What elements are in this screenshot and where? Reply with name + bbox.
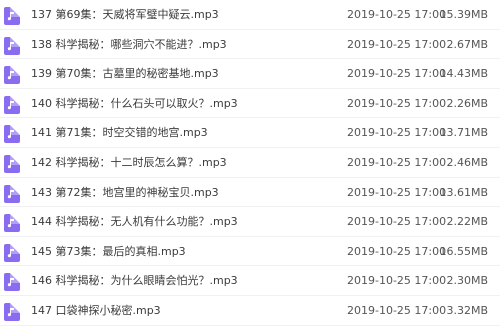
file-size: 16.55MB <box>439 244 488 258</box>
audio-file-icon <box>4 302 20 321</box>
file-date: 2019-10-25 17:00 <box>347 8 447 21</box>
file-row-140[interactable]: 140 科学揭秘：什么石头可以取火？.mp3 2019-10-25 17:00 … <box>0 89 500 119</box>
file-size: 3.32MB <box>446 303 488 317</box>
file-date: 2019-10-25 17:00 <box>347 155 447 169</box>
file-row-137[interactable]: 137 第69集：天威将军璧中疑云.mp3 2019-10-25 17:00 1… <box>0 0 500 30</box>
audio-file-icon <box>4 125 20 144</box>
file-row-143[interactable]: 143 第72集：地宫里的神秘宝贝.mp3 2019-10-25 17:00 1… <box>0 178 500 208</box>
file-name: 137 第69集：天威将军璧中疑云.mp3 <box>31 8 219 21</box>
file-date: 2019-10-25 17:00 <box>347 274 447 288</box>
file-date: 2019-10-25 17:00 <box>347 96 447 110</box>
file-row-139[interactable]: 139 第70集：古墓里的秘密基地.mp3 2019-10-25 17:00 1… <box>0 59 500 89</box>
audio-file-icon <box>4 154 20 173</box>
audio-file-icon <box>4 66 20 85</box>
file-size: 2.67MB <box>446 37 488 51</box>
file-name: 139 第70集：古墓里的秘密基地.mp3 <box>31 67 219 81</box>
file-name: 147 口袋神探小秘密.mp3 <box>31 303 161 317</box>
file-size: 13.71MB <box>439 126 488 140</box>
audio-file-icon <box>4 214 20 233</box>
file-row-138[interactable]: 138 科学揭秘：哪些洞穴不能进？.mp3 2019-10-25 17:00 2… <box>0 30 500 60</box>
file-size: 2.46MB <box>446 155 488 169</box>
file-date: 2019-10-25 17:00 <box>347 37 447 51</box>
file-date: 2019-10-25 17:00 <box>347 215 447 229</box>
file-row-145[interactable]: 145 第73集：最后的真相.mp3 2019-10-25 17:00 16.5… <box>0 237 500 267</box>
file-row-146[interactable]: 146 科学揭秘：为什么眼睛会怕光？.mp3 2019-10-25 17:00 … <box>0 266 500 296</box>
file-size: 2.22MB <box>446 215 488 229</box>
file-name: 144 科学揭秘：无人机有什么功能？.mp3 <box>31 215 238 229</box>
file-date: 2019-10-25 17:00 <box>347 67 447 81</box>
file-date: 2019-10-25 17:00 <box>347 244 447 258</box>
file-list: 137 第69集：天威将军璧中疑云.mp3 2019-10-25 17:00 1… <box>0 0 500 326</box>
audio-file-icon <box>4 243 20 262</box>
audio-file-icon <box>4 95 20 114</box>
file-name: 145 第73集：最后的真相.mp3 <box>31 244 186 258</box>
audio-file-icon <box>4 184 20 203</box>
file-name: 143 第72集：地宫里的神秘宝贝.mp3 <box>31 185 219 199</box>
file-date: 2019-10-25 17:00 <box>347 303 447 317</box>
file-size: 15.39MB <box>439 8 488 21</box>
file-name: 141 第71集：时空交错的地宫.mp3 <box>31 126 208 140</box>
file-name: 146 科学揭秘：为什么眼睛会怕光？.mp3 <box>31 274 238 288</box>
file-name: 142 科学揭秘：十二时辰怎么算？.mp3 <box>31 155 227 169</box>
file-size: 2.30MB <box>446 274 488 288</box>
file-name: 140 科学揭秘：什么石头可以取火？.mp3 <box>31 96 238 110</box>
file-row-147[interactable]: 147 口袋神探小秘密.mp3 2019-10-25 17:00 3.32MB <box>0 296 500 326</box>
audio-file-icon <box>4 273 20 292</box>
file-size: 2.26MB <box>446 96 488 110</box>
file-size: 13.61MB <box>439 185 488 199</box>
file-date: 2019-10-25 17:00 <box>347 185 447 199</box>
file-row-144[interactable]: 144 科学揭秘：无人机有什么功能？.mp3 2019-10-25 17:00 … <box>0 207 500 237</box>
audio-file-icon <box>4 7 20 25</box>
file-date: 2019-10-25 17:00 <box>347 126 447 140</box>
file-size: 14.43MB <box>439 67 488 81</box>
file-row-141[interactable]: 141 第71集：时空交错的地宫.mp3 2019-10-25 17:00 13… <box>0 118 500 148</box>
audio-file-icon <box>4 36 20 55</box>
file-row-142[interactable]: 142 科学揭秘：十二时辰怎么算？.mp3 2019-10-25 17:00 2… <box>0 148 500 178</box>
file-name: 138 科学揭秘：哪些洞穴不能进？.mp3 <box>31 37 227 51</box>
